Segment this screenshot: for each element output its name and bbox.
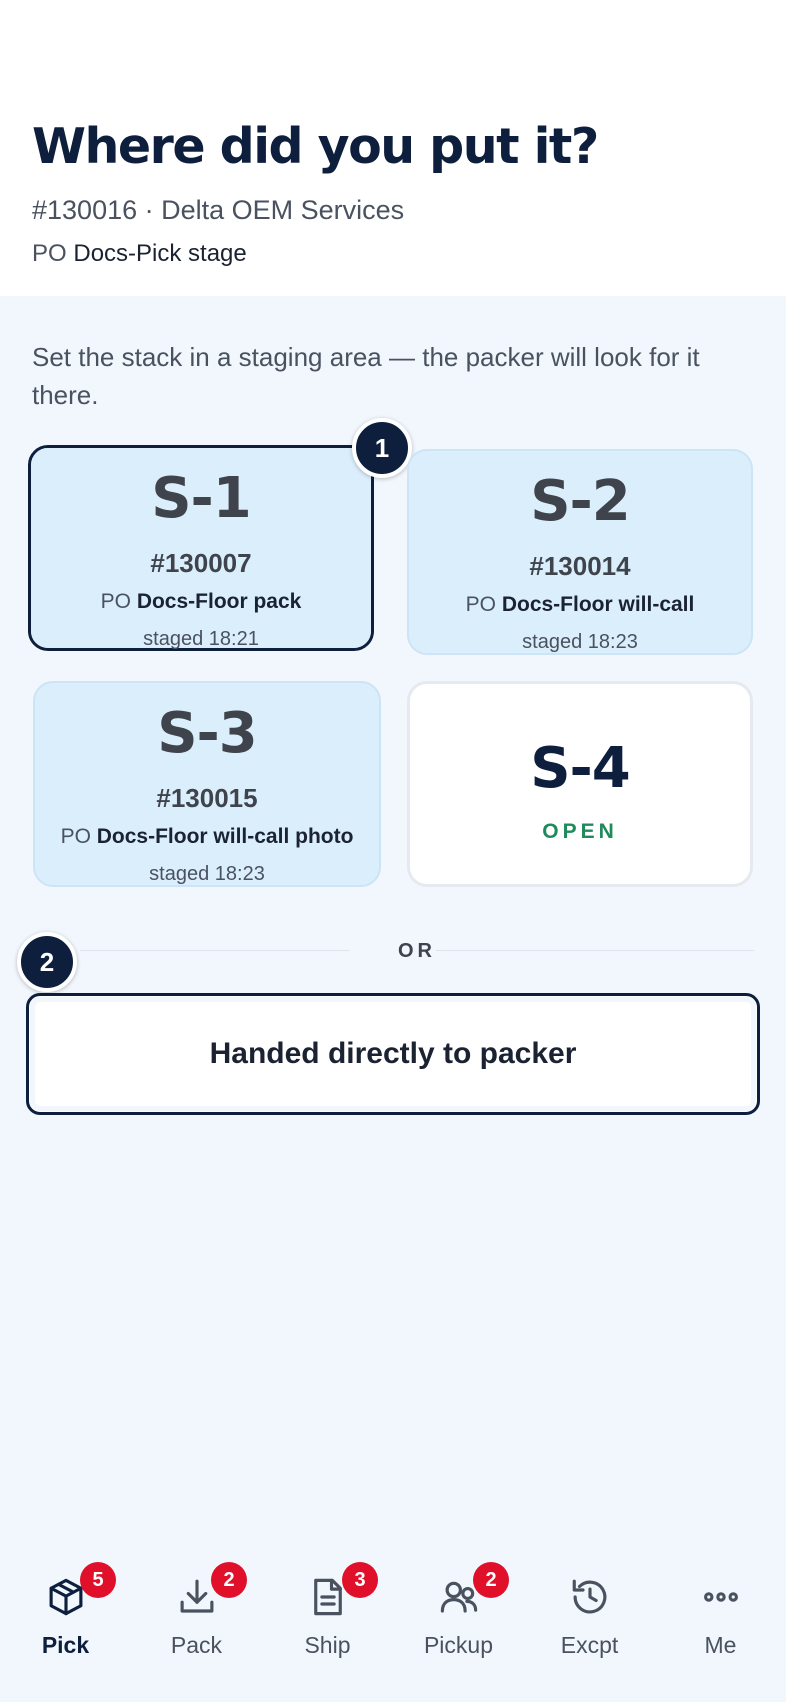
nav-label-pack: Pack: [170, 1632, 223, 1658]
po-value: Docs-Pick stage: [73, 240, 247, 267]
order-subtitle: #130016 · Delta OEM Services: [32, 195, 405, 225]
or-divider: OR: [80, 940, 754, 962]
nav-label-pick: Pick: [41, 1632, 90, 1658]
page-title: Where did you put it?: [32, 118, 599, 175]
nav-item-pickup[interactable]: 2 Pickup: [393, 1540, 524, 1670]
step-2-badge: 2: [17, 932, 77, 992]
nav-item-pick[interactable]: 5 Pick: [0, 1540, 131, 1670]
nav-badge-pack: 2: [211, 1562, 247, 1598]
or-text: OR: [398, 940, 436, 962]
nav-label-pickup: Pickup: [423, 1632, 494, 1658]
slot-po-prefix: PO: [100, 590, 131, 613]
slot-po: PO Docs-Floor will-call photo: [35, 825, 379, 849]
staging-slot-s2[interactable]: S-2 #130014 PO Docs-Floor will-call stag…: [407, 449, 753, 655]
divider-line-right: [436, 950, 754, 951]
slot-po: PO Docs-Floor pack: [31, 590, 371, 614]
staging-slot-s3[interactable]: S-3 #130015 PO Docs-Floor will-call phot…: [33, 681, 381, 887]
step-1-badge: 1: [352, 418, 412, 478]
history-icon: [572, 1579, 607, 1614]
nav-badge-pickup: 2: [473, 1562, 509, 1598]
nav-badge-pick: 5: [80, 1562, 116, 1598]
bottom-nav: 5 Pick 2 Pack 3 Ship 2 Pickup Excpt Me: [0, 1540, 786, 1702]
slot-order: #130014: [529, 551, 631, 581]
po-line: PO Docs-Pick stage: [32, 240, 247, 268]
staging-slot-s1[interactable]: S-1 #130007 PO Docs-Floor pack staged 18…: [28, 445, 374, 651]
nav-label-excpt: Excpt: [560, 1632, 619, 1658]
po-prefix: PO: [32, 240, 67, 267]
staging-slot-s4[interactable]: S-4 OPEN: [407, 681, 753, 887]
slot-name: S-3: [157, 701, 258, 766]
page-header: Where did you put it? #130016 · Delta OE…: [0, 0, 786, 296]
slot-po-prefix: PO: [60, 825, 91, 848]
instructions-text: Set the stack in a staging area — the pa…: [32, 342, 700, 410]
slot-staged-time: staged 18:21: [143, 628, 259, 650]
nav-item-excpt[interactable]: Excpt: [524, 1540, 655, 1670]
nav-label-ship: Ship: [304, 1632, 351, 1658]
nav-item-ship[interactable]: 3 Ship: [262, 1540, 393, 1670]
slot-staged-time: staged 18:23: [522, 631, 638, 653]
slot-po-value: Docs-Floor will-call photo: [96, 825, 354, 848]
slot-po-value: Docs-Floor pack: [136, 590, 302, 613]
slot-staged-time: staged 18:23: [149, 863, 265, 885]
nav-item-me[interactable]: Me: [655, 1540, 786, 1670]
slot-order: #130007: [150, 548, 252, 578]
nav-badge-ship: 3: [342, 1562, 378, 1598]
more-icon: [704, 1592, 738, 1602]
nav-item-pack[interactable]: 2 Pack: [131, 1540, 262, 1670]
slot-open-status: OPEN: [542, 820, 618, 843]
slot-name: S-1: [151, 466, 252, 531]
slot-name: S-4: [530, 736, 631, 801]
slot-po-value: Docs-Floor will-call: [501, 593, 695, 616]
nav-label-me: Me: [704, 1632, 737, 1658]
slot-po: PO Docs-Floor will-call: [409, 593, 751, 617]
slot-name: S-2: [530, 469, 631, 534]
slot-order: #130015: [156, 783, 258, 813]
handed-to-packer-button[interactable]: Handed directly to packer: [26, 993, 760, 1115]
slot-po-prefix: PO: [465, 593, 496, 616]
